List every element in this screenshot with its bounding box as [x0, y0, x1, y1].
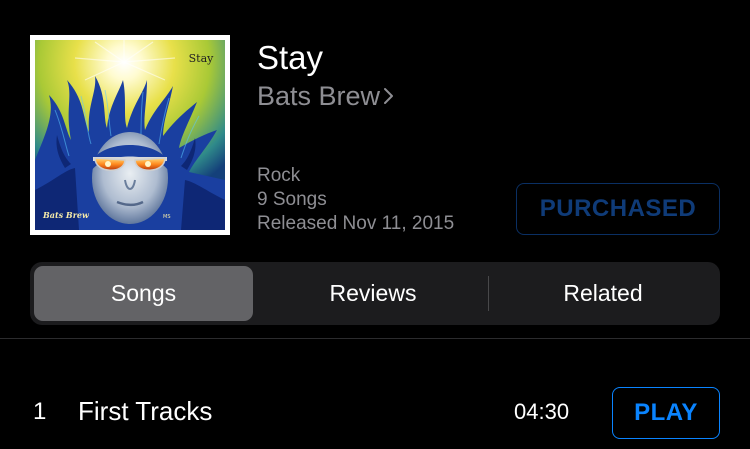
track-duration: 04:30 — [514, 399, 570, 424]
artist-name: Bats Brew — [257, 81, 381, 111]
segment-divider — [488, 276, 489, 311]
chevron-right-icon — [383, 80, 395, 114]
cover-artist-text: Bats Brew — [42, 210, 90, 220]
album-release-date: Released Nov 11, 2015 — [257, 213, 455, 234]
play-button[interactable]: PLAY — [612, 387, 720, 439]
album-artwork: Stay Bats Brew MS — [35, 40, 225, 230]
tab-related[interactable]: Related — [490, 266, 716, 321]
purchased-button[interactable]: PURCHASED — [516, 183, 720, 235]
artist-link[interactable]: Bats Brew — [257, 78, 395, 114]
track-row[interactable]: 1 First Tracks 04:30 PLAY — [0, 380, 750, 444]
album-cover: Stay Bats Brew MS — [30, 35, 230, 235]
album-genre: Rock — [257, 165, 301, 186]
album-title: Stay — [257, 39, 324, 76]
track-title: First Tracks — [78, 396, 213, 426]
track-number: 1 — [33, 398, 47, 425]
album-song-count: 9 Songs — [257, 189, 327, 210]
tab-reviews[interactable]: Reviews — [259, 266, 487, 321]
section-divider — [0, 338, 750, 339]
cover-title-text: Stay — [189, 52, 215, 65]
tab-songs[interactable]: Songs — [34, 266, 253, 321]
cover-corner-mark: MS — [163, 214, 171, 220]
segmented-control: Songs Reviews Related — [30, 262, 720, 325]
